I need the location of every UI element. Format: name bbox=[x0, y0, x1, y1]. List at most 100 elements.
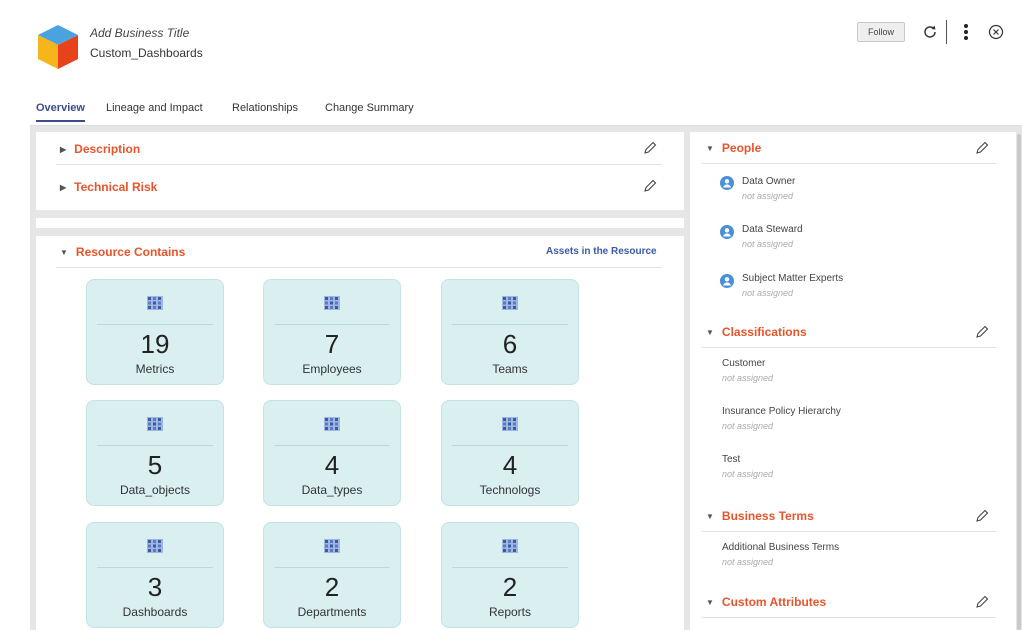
tile-count: 2 bbox=[502, 572, 518, 602]
description-heading: Description bbox=[74, 142, 141, 156]
pencil-icon[interactable] bbox=[642, 140, 658, 156]
tile-label: Dashboards bbox=[122, 605, 188, 619]
tile-divider bbox=[274, 324, 390, 325]
business-title[interactable]: Add Business Title bbox=[90, 26, 189, 40]
grid-icon bbox=[324, 296, 340, 310]
pencil-icon[interactable] bbox=[974, 594, 990, 610]
description-section-header[interactable]: ▶ Description bbox=[60, 142, 140, 156]
resource-tile-dashboards[interactable]: 3 Dashboards bbox=[86, 522, 224, 628]
tabs-divider bbox=[30, 125, 1022, 126]
collapse-caret-icon: ▼ bbox=[706, 511, 714, 521]
grid-icon bbox=[324, 417, 340, 431]
tile-count: 4 bbox=[324, 450, 340, 480]
divider bbox=[702, 163, 996, 164]
tab-bar: Overview Lineage and Impact Relationship… bbox=[30, 92, 1022, 126]
resource-contains-heading: Resource Contains bbox=[75, 245, 186, 259]
resource-contains-card: ▼ Resource Contains Assets in the Resour… bbox=[36, 236, 684, 630]
person-icon bbox=[720, 225, 734, 239]
pencil-icon[interactable] bbox=[974, 508, 990, 524]
people-section-header[interactable]: ▼ People bbox=[706, 141, 761, 155]
tile-count: 3 bbox=[147, 572, 163, 602]
classifications-heading: Classifications bbox=[721, 325, 807, 339]
assets-in-resource-link[interactable]: Assets in the Resource bbox=[546, 246, 657, 257]
business-terms-section-header[interactable]: ▼ Business Terms bbox=[706, 509, 814, 523]
technical-risk-section-header[interactable]: ▶ Technical Risk bbox=[60, 180, 157, 194]
grid-icon bbox=[147, 417, 163, 431]
resource-tile-technologs[interactable]: 4 Technologs bbox=[441, 400, 579, 506]
tab-lineage-and-impact[interactable]: Lineage and Impact bbox=[106, 102, 203, 120]
role-value: not assigned bbox=[742, 288, 794, 298]
collapse-caret-icon: ▼ bbox=[706, 327, 714, 337]
tile-divider bbox=[452, 324, 568, 325]
follow-button[interactable]: Follow bbox=[857, 22, 905, 42]
tile-divider bbox=[274, 567, 390, 568]
grid-icon bbox=[147, 539, 163, 553]
role-name: Data Owner bbox=[742, 176, 796, 187]
tile-count: 19 bbox=[140, 329, 170, 359]
resource-tile-teams[interactable]: 6 Teams bbox=[441, 279, 579, 385]
classification-value: not assigned bbox=[722, 469, 774, 479]
collapse-caret-icon: ▼ bbox=[706, 597, 714, 607]
classification-value: not assigned bbox=[722, 373, 774, 383]
resource-tile-metrics[interactable]: 19 Metrics bbox=[86, 279, 224, 385]
custom-attributes-section-header[interactable]: ▼ Custom Attributes bbox=[706, 595, 826, 609]
asset-header: Add Business Title Custom_Dashboards Fol… bbox=[30, 8, 1022, 92]
asset-overview-frame: Add Business Title Custom_Dashboards Fol… bbox=[30, 8, 1022, 630]
tile-count: 4 bbox=[502, 450, 518, 480]
tile-count: 2 bbox=[324, 572, 340, 602]
collapsed-card bbox=[36, 218, 684, 228]
pencil-icon[interactable] bbox=[974, 140, 990, 156]
expand-caret-icon: ▶ bbox=[60, 182, 67, 192]
resource-tile-data-types[interactable]: 4 Data_types bbox=[263, 400, 401, 506]
tile-count: 5 bbox=[147, 450, 163, 480]
tile-label: Data_types bbox=[301, 483, 363, 497]
resource-tile-departments[interactable]: 2 Departments bbox=[263, 522, 401, 628]
classification-value: not assigned bbox=[722, 421, 774, 431]
tile-divider bbox=[452, 445, 568, 446]
grid-icon bbox=[502, 417, 518, 431]
grid-icon bbox=[324, 539, 340, 553]
tile-divider bbox=[452, 567, 568, 568]
tile-divider bbox=[274, 445, 390, 446]
tab-relationships[interactable]: Relationships bbox=[232, 102, 298, 120]
role-name: Data Steward bbox=[742, 224, 803, 235]
resource-tile-employees[interactable]: 7 Employees bbox=[263, 279, 401, 385]
resource-tile-data-objects[interactable]: 5 Data_objects bbox=[86, 400, 224, 506]
divider bbox=[56, 164, 662, 165]
technical-risk-heading: Technical Risk bbox=[74, 180, 158, 194]
asset-name: Custom_Dashboards bbox=[90, 46, 203, 60]
divider bbox=[702, 347, 996, 348]
divider bbox=[702, 531, 996, 532]
tile-count: 7 bbox=[324, 329, 340, 359]
role-value: not assigned bbox=[742, 239, 794, 249]
divider bbox=[56, 267, 662, 268]
tile-label: Employees bbox=[302, 362, 362, 376]
tile-label: Departments bbox=[297, 605, 367, 619]
more-vertical-icon[interactable] bbox=[956, 22, 976, 42]
description-card: ▶ Description ▶ Technical Risk bbox=[36, 132, 684, 210]
resource-tile-reports[interactable]: 2 Reports bbox=[441, 522, 579, 628]
classifications-section-header[interactable]: ▼ Classifications bbox=[706, 325, 807, 339]
pencil-icon[interactable] bbox=[642, 178, 658, 194]
tab-change-summary[interactable]: Change Summary bbox=[325, 102, 414, 120]
tile-count: 6 bbox=[502, 329, 518, 359]
collapse-caret-icon: ▼ bbox=[60, 247, 68, 257]
header-divider bbox=[946, 20, 947, 44]
close-circle-icon[interactable] bbox=[986, 22, 1006, 42]
classification-name: Insurance Policy Hierarchy bbox=[722, 406, 841, 417]
business-term-value: not assigned bbox=[722, 557, 774, 567]
person-icon bbox=[720, 274, 734, 288]
person-icon bbox=[720, 176, 734, 190]
classification-name: Customer bbox=[722, 358, 766, 369]
right-panel: ▼ People Data Owner not assigned Data St… bbox=[690, 132, 1016, 630]
resource-contains-section-header[interactable]: ▼ Resource Contains bbox=[60, 245, 185, 259]
classification-name: Test bbox=[722, 454, 741, 465]
pencil-icon[interactable] bbox=[974, 324, 990, 340]
business-term-name: Additional Business Terms bbox=[722, 542, 840, 553]
tab-overview[interactable]: Overview bbox=[36, 102, 85, 122]
custom-attributes-heading: Custom Attributes bbox=[721, 595, 827, 609]
refresh-icon[interactable] bbox=[920, 22, 940, 42]
tile-divider bbox=[97, 567, 213, 568]
expand-caret-icon: ▶ bbox=[60, 144, 67, 154]
scrollbar-thumb[interactable] bbox=[1017, 134, 1021, 630]
